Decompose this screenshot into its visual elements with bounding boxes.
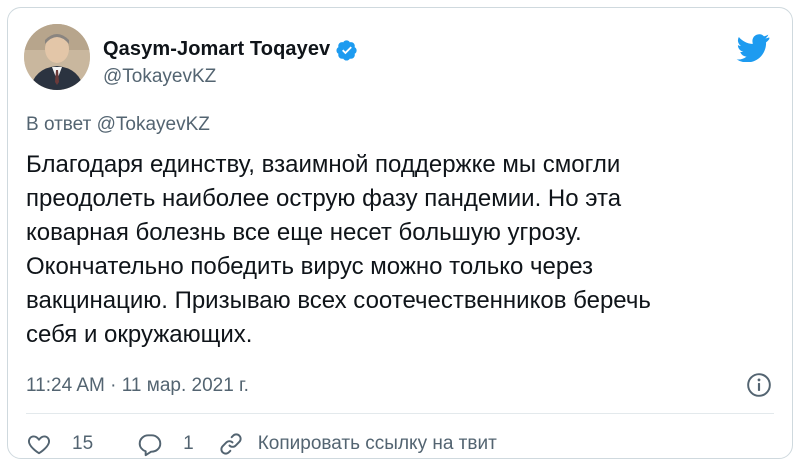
- info-icon[interactable]: [746, 372, 772, 398]
- reply-count: 1: [183, 433, 194, 454]
- copy-link-label: Копировать ссылку на твит: [257, 433, 497, 454]
- like-count: 15: [72, 433, 94, 454]
- tweet-timestamp[interactable]: 11:24 AM · 11 мар. 2021 г.: [26, 375, 249, 397]
- tweet-text-line: коварная болезнь все еще несет большую у…: [26, 219, 582, 246]
- copy-link-button[interactable]: Копировать ссылку на твит: [218, 431, 497, 457]
- author-name-text: Qasym-Jomart Toqayev: [103, 38, 331, 60]
- tweet-text-line: преодолеть наиболее острую фазу пандемии…: [26, 185, 622, 212]
- reply-button[interactable]: 1: [137, 431, 194, 457]
- reply-to-label[interactable]: В ответ @TokayevKZ: [26, 114, 210, 136]
- tweet-text-line: себя и окружающих.: [26, 321, 253, 348]
- author-handle[interactable]: @TokayevKZ: [103, 66, 216, 88]
- tweet-text-line: вакцинацию. Призываю всех соотечественни…: [26, 287, 651, 314]
- action-bar: 15 1 Копировать ссылку на твит: [26, 427, 497, 461]
- heart-icon: [26, 431, 52, 457]
- like-button[interactable]: 15: [26, 431, 93, 457]
- tweet-text-line: Окончательно победить вирус можно только…: [26, 253, 594, 280]
- twitter-bird-icon[interactable]: [736, 34, 770, 63]
- verified-badge-icon: [336, 39, 358, 61]
- divider: [26, 413, 774, 414]
- tweet-card: Qasym-Jomart Toqayev @TokayevKZ В ответ …: [7, 7, 793, 459]
- author-name[interactable]: Qasym-Jomart Toqayev: [103, 38, 358, 61]
- avatar[interactable]: [24, 24, 90, 90]
- reply-bubble-icon: [137, 431, 163, 457]
- tweet-text-line: Благодаря единству, взаимной поддержке м…: [26, 151, 621, 178]
- tweet-text: Благодаря единству, взаимной поддержке м…: [26, 148, 766, 352]
- link-icon: [218, 431, 244, 457]
